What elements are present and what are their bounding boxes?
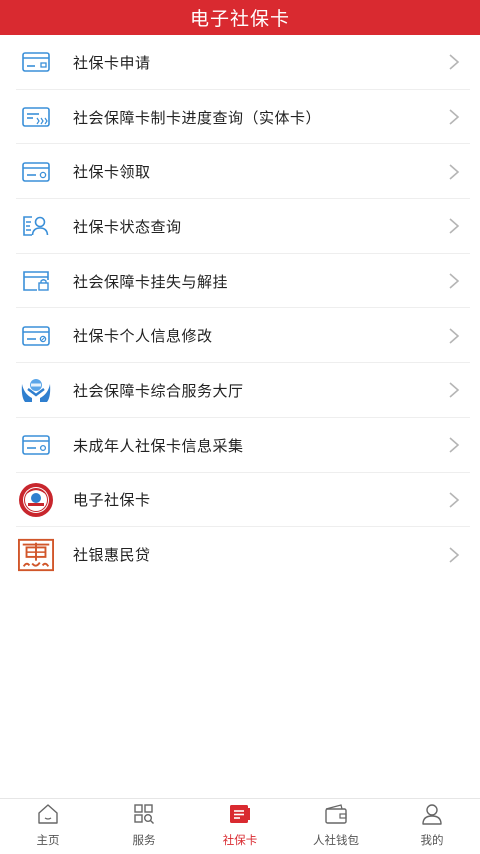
card-tab-icon	[228, 802, 252, 826]
home-icon	[36, 802, 60, 826]
chevron-right-icon	[449, 382, 460, 399]
tab-label: 社保卡	[222, 833, 258, 847]
menu-label: 社会保障卡制卡进度查询（实体卡）	[73, 108, 322, 127]
menu-item-card-receive[interactable]: 社保卡领取	[0, 144, 480, 199]
chevron-right-icon	[449, 164, 460, 180]
card-progress-icon	[18, 99, 54, 135]
chevron-right-icon	[449, 492, 460, 508]
page-title: 电子社保卡	[189, 8, 290, 30]
menu-label: 社会保障卡挂失与解挂	[73, 272, 229, 291]
chevron-right-icon	[449, 273, 460, 289]
chevron-right-icon	[449, 109, 460, 125]
card-edit-icon	[18, 318, 54, 354]
menu-label: 社银惠民贷	[73, 546, 151, 565]
tab-label: 服务	[132, 833, 156, 847]
menu-label: 未成年人社保卡信息采集	[73, 436, 244, 455]
person-query-icon	[18, 208, 54, 244]
chevron-right-icon	[449, 218, 460, 235]
menu-label: 社会保障卡综合服务大厅	[73, 381, 244, 400]
card-icon	[18, 44, 54, 80]
menu-item-loan[interactable]: 社银惠民贷	[0, 527, 480, 582]
tab-home[interactable]: 主页	[0, 799, 96, 854]
card-lock-icon	[18, 263, 54, 299]
menu-item-ecard[interactable]: 电子社保卡	[0, 473, 480, 528]
tab-profile[interactable]: 我的	[384, 799, 480, 854]
ecard-seal-icon	[18, 482, 54, 518]
hands-service-icon	[18, 372, 54, 408]
hui-logo-icon	[18, 537, 54, 573]
wallet-icon	[324, 802, 348, 826]
menu-item-card-status[interactable]: 社保卡状态查询	[0, 199, 480, 254]
tab-label: 我的	[420, 833, 444, 847]
menu-item-card-loss[interactable]: 社会保障卡挂失与解挂	[0, 254, 480, 309]
menu-item-info-edit[interactable]: 社保卡个人信息修改	[0, 308, 480, 363]
profile-icon	[420, 802, 444, 826]
card-receive-icon	[18, 154, 54, 190]
menu-item-service-hall[interactable]: 社会保障卡综合服务大厅	[0, 363, 480, 418]
chevron-right-icon	[449, 437, 460, 453]
tab-label: 人社钱包	[313, 833, 359, 847]
tab-social-card[interactable]: 社保卡	[192, 799, 288, 854]
menu-item-card-progress[interactable]: 社会保障卡制卡进度查询（实体卡）	[0, 90, 480, 145]
menu-label: 社保卡申请	[73, 53, 151, 72]
tab-wallet[interactable]: 人社钱包	[288, 799, 384, 854]
chevron-right-icon	[449, 328, 460, 344]
chevron-right-icon	[449, 54, 460, 70]
menu-label: 社保卡状态查询	[73, 217, 182, 236]
menu-label: 社保卡个人信息修改	[73, 327, 213, 346]
card-collect-icon	[18, 427, 54, 463]
menu-item-minor-collect[interactable]: 未成年人社保卡信息采集	[0, 418, 480, 473]
chevron-right-icon	[449, 546, 460, 563]
tab-services[interactable]: 服务	[96, 799, 192, 854]
menu-item-card-apply[interactable]: 社保卡申请	[0, 35, 480, 90]
bottom-tab-bar: 主页 服务 社保卡 人社钱包 我的	[0, 798, 480, 854]
tab-label: 主页	[36, 833, 60, 847]
service-menu: 社保卡申请 社会保障卡制卡进度查询（实体卡） 社保卡领取 社保卡状态查询 社会保…	[0, 35, 480, 582]
menu-label: 电子社保卡	[73, 491, 151, 510]
grid-search-icon	[132, 802, 156, 826]
app-header: 电子社保卡	[0, 0, 480, 35]
menu-label: 社保卡领取	[73, 163, 151, 182]
